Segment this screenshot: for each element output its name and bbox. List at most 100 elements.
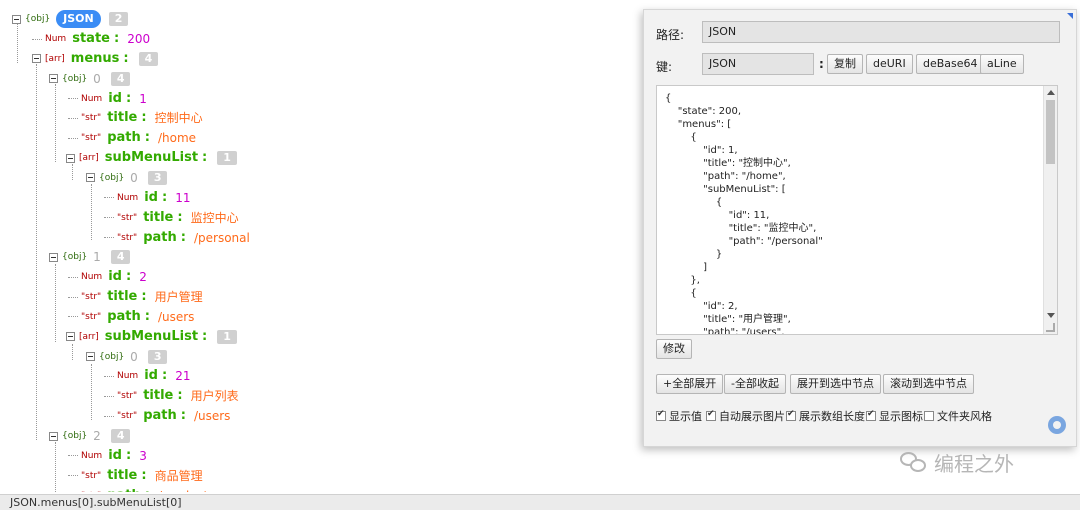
type-num-label: Num [81,272,103,283]
tree-node-obj[interactable]: {obj} 0 3 [86,348,168,366]
option-checkbox[interactable]: 展示数组长度 [786,408,865,424]
collapse-all-button[interactable]: -全部收起 [724,374,786,394]
tree-node-str[interactable]: "str" title: 商品管理 [68,467,203,485]
scroll-to-selected-button[interactable]: 滚动到选中节点 [883,374,974,394]
tree-guide-line [55,264,56,342]
node-value: /personal [193,230,250,245]
settings-gear-icon[interactable] [1048,416,1066,434]
tree-node-num[interactable]: Num id:2 [68,268,147,286]
tree-node-str[interactable]: "str" title: 监控中心 [104,209,239,227]
tree-node-num[interactable]: Num id:1 [68,90,147,108]
tree-node-num[interactable]: Num id:3 [68,447,147,465]
collapse-toggle-icon[interactable] [49,431,58,441]
child-count-badge: 3 [147,170,168,185]
tree-node-obj[interactable]: {obj} 0 4 [49,70,131,88]
checked-box-icon[interactable] [656,409,666,421]
tree-node-str[interactable]: "str" title: 控制中心 [68,109,203,127]
scroll-up-icon[interactable] [1047,90,1055,95]
collapse-toggle-icon[interactable] [86,173,95,183]
collapse-toggle-icon[interactable] [49,74,58,84]
key-colon: : [180,229,186,245]
checked-box-icon[interactable] [786,409,796,421]
scrollbar-thumb[interactable] [1046,100,1055,164]
checked-box-icon[interactable] [706,409,716,421]
tree-guide-line [72,344,73,360]
tree-node-str[interactable]: "str" path: /users [68,308,194,326]
expand-all-button[interactable]: +全部展开 [656,374,724,394]
array-index: 2 [93,429,101,443]
aline-button[interactable]: aLine [980,54,1024,74]
option-checkbox[interactable]: 自动展示图片 [706,408,785,424]
watermark: 编程之外 [900,448,1014,477]
type-str-label: "str" [117,232,138,243]
node-key: title [107,467,138,483]
child-count-badge: 2 [108,12,129,26]
path-field[interactable]: JSON [702,21,1060,43]
tree-guide-line [17,23,18,63]
collapse-toggle-icon[interactable] [49,252,58,262]
tree-node-num[interactable]: Num id:21 [104,367,190,385]
node-key: id [144,189,158,205]
type-obj-label: {obj} [62,73,88,84]
child-count-badge: 4 [110,429,131,443]
tree-node-obj[interactable]: {obj} 1 4 [49,248,131,266]
scroll-down-icon[interactable] [1047,313,1055,318]
tree-node-arr[interactable]: [arr] subMenuList:1 [66,149,237,167]
type-arr-label: [arr] [79,331,99,342]
resize-handle-icon[interactable] [1046,323,1055,332]
node-value: 用户管理 [154,290,203,305]
tree-node-arr[interactable]: [arr] menus:4 [32,50,159,68]
deuri-button[interactable]: deURI [866,54,913,74]
node-value: 2 [139,270,147,285]
type-obj-label: {obj} [99,351,125,362]
option-checkbox[interactable]: 显示图标 [866,408,923,424]
debase64-button[interactable]: deBase64 [916,54,985,74]
tree-node-str[interactable]: "str" path: /home [68,129,196,147]
json-textarea[interactable]: { "state": 200, "menus": [ { "id": 1, "t… [656,85,1058,335]
node-value: /products [158,487,214,492]
key-colon: : [144,308,150,324]
collapse-toggle-icon[interactable] [32,54,41,64]
unchecked-box-icon[interactable] [924,411,934,421]
tree-node-obj[interactable]: {obj} 0 3 [86,169,168,187]
tree-node-str[interactable]: "str" path: /personal [104,229,250,247]
tree-connector [68,475,78,477]
type-obj-label: {obj} [99,172,125,183]
option-checkbox[interactable]: 文件夹风格 [924,408,992,424]
tree-connector [32,38,42,40]
json-scrollbar[interactable] [1043,86,1057,334]
node-value: /users [157,309,195,324]
array-index: 0 [130,170,138,185]
tree-node-str[interactable]: "str" path: /users [104,407,230,425]
node-key: path [107,130,141,146]
node-key: title [143,388,174,404]
wechat-icon [900,451,928,474]
key-colon: : [123,50,129,66]
panel-corner-marker[interactable] [1067,13,1073,19]
tree-node-str[interactable]: "str" title: 用户管理 [68,288,203,306]
node-value: 控制中心 [154,111,203,126]
tree-node-obj[interactable]: {obj} 2 4 [49,427,131,445]
root-label[interactable]: JSON [56,10,101,28]
modify-button[interactable]: 修改 [656,339,692,359]
collapse-toggle-icon[interactable] [12,14,21,24]
option-checkbox[interactable]: 显示值 [656,408,702,424]
key-colon: : [202,328,208,344]
child-count-badge: 4 [110,250,131,265]
expand-to-selected-button[interactable]: 展开到选中节点 [790,374,881,394]
collapse-toggle-icon[interactable] [66,332,75,342]
tree-node-num[interactable]: Num state:200 [32,30,150,48]
key-colon: : [144,130,150,146]
tree-node-arr[interactable]: [arr] subMenuList:1 [66,328,237,346]
tree-root-node[interactable]: {obj} JSON 2 [12,10,129,28]
key-field[interactable]: JSON [702,53,814,75]
collapse-toggle-icon[interactable] [66,153,75,163]
tree-node-num[interactable]: Num id:11 [104,189,190,207]
tree-node-str[interactable]: "str" title: 用户列表 [104,387,239,405]
checked-box-icon[interactable] [866,409,876,421]
tree-connector [104,395,114,397]
copy-button[interactable]: 复制 [827,54,863,74]
collapse-toggle-icon[interactable] [86,352,95,362]
type-num-label: Num [117,192,139,203]
tree-node-str[interactable]: "str" path: /products [68,487,214,492]
